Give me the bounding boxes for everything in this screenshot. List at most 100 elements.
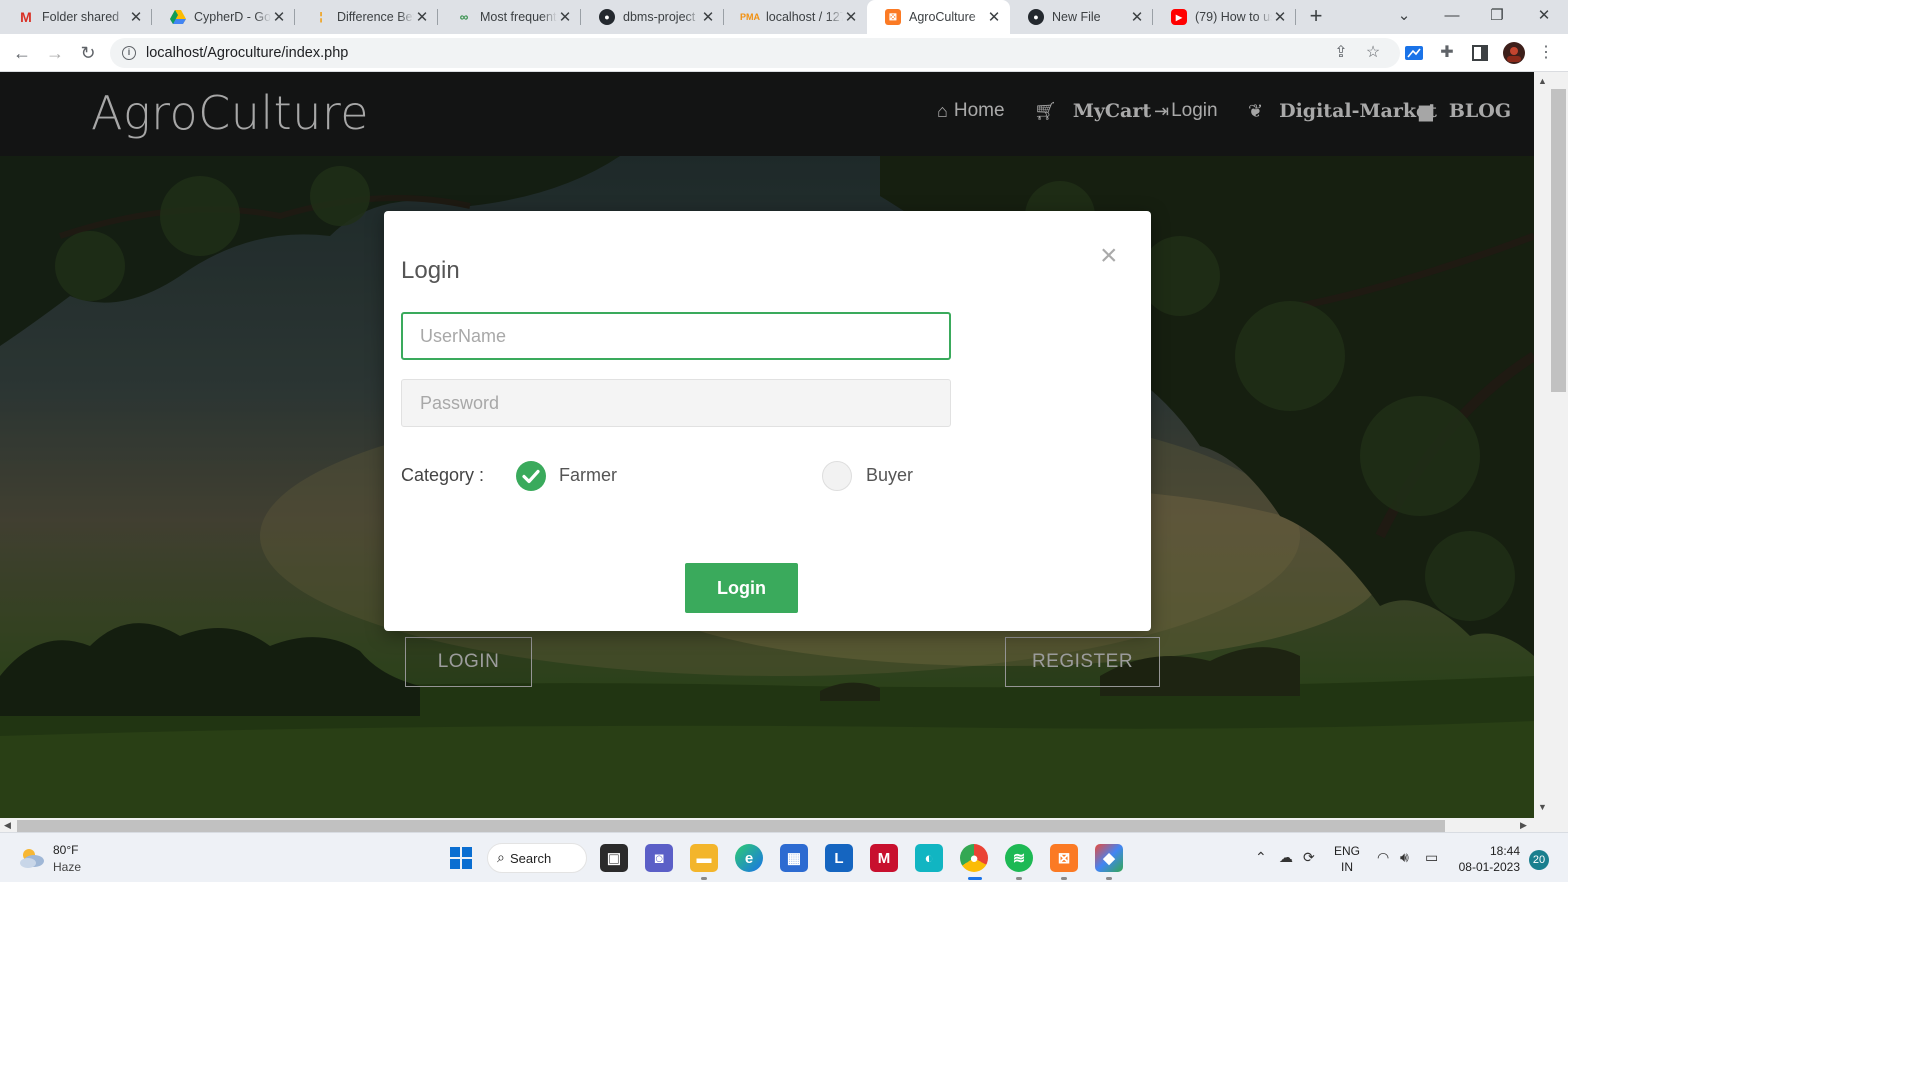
close-icon[interactable]: × <box>1100 241 1118 271</box>
modal-title: Login <box>401 257 460 284</box>
page-viewport: AgroCulture ⌂ Home 🛒︎ MyCart ⇥ Login ❦ D… <box>0 72 1534 818</box>
browser-menu-icon[interactable]: ⋮ <box>1535 42 1557 64</box>
extensions-puzzle-icon[interactable]: ✚ <box>1436 42 1458 64</box>
tab-label: AgroCulture <box>909 10 976 24</box>
tab-gmail[interactable]: M Folder shared ✕ <box>0 0 152 34</box>
minimize-button[interactable]: — <box>1432 0 1472 34</box>
site-info-icon[interactable]: i <box>122 46 136 60</box>
close-tab-icon[interactable]: ✕ <box>414 8 430 26</box>
scroll-left-arrow-icon[interactable]: ◀ <box>4 820 11 831</box>
tab-label: CypherD - Google <box>194 10 271 24</box>
tab-google-drive[interactable]: CypherD - Google ✕ <box>152 0 295 34</box>
share-icon[interactable]: ⇪ <box>1330 42 1352 64</box>
tab-phpmyadmin[interactable]: PMA localhost / 127 ✕ <box>724 0 867 34</box>
microsoft-store-icon[interactable]: ▦ <box>780 844 808 872</box>
tab-difference[interactable]: ¦ Difference Between ✕ <box>295 0 438 34</box>
mcafee-icon[interactable]: M <box>870 844 898 872</box>
edge-browser-icon[interactable]: e <box>735 844 763 872</box>
teal-app-icon[interactable]: ◐ <box>915 844 943 872</box>
tab-youtube[interactable]: ▶ (79) How to use ✕ <box>1153 0 1296 34</box>
youtube-icon: ▶ <box>1171 9 1187 25</box>
tray-chevron-up-icon[interactable]: ⌃ <box>1255 849 1267 866</box>
url-bar[interactable]: i localhost/Agroculture/index.php <box>110 38 1400 68</box>
clock-time: 18:44 <box>1489 844 1520 858</box>
close-tab-icon[interactable]: ✕ <box>700 8 716 26</box>
battery-icon[interactable]: ▭ <box>1425 849 1438 866</box>
gmail-icon: M <box>20 9 32 25</box>
taskbar-search-box[interactable]: ⌕ Search <box>487 843 587 873</box>
password-input[interactable]: Password <box>401 379 951 427</box>
address-toolbar: ← → ↻ i localhost/Agroculture/index.php … <box>0 34 1568 72</box>
tab-agroculture[interactable]: ⊠ AgroCulture ✕ <box>867 0 1010 34</box>
tab-github-dbms[interactable]: ● dbms-project ✕ <box>581 0 724 34</box>
forward-arrow-icon[interactable]: → <box>43 41 67 65</box>
onedrive-cloud-icon[interactable]: ☁ <box>1279 849 1293 866</box>
teams-chat-icon[interactable]: ◙ <box>645 844 673 872</box>
reload-icon[interactable]: ↻ <box>76 41 100 65</box>
close-tab-icon[interactable]: ✕ <box>843 8 859 26</box>
back-arrow-icon[interactable]: ← <box>10 41 34 65</box>
input-language[interactable]: ENG IN <box>1334 843 1360 875</box>
running-indicator <box>701 877 707 880</box>
clock-date: 08-01-2023 <box>1458 860 1520 874</box>
volume-icon[interactable]: 🔊︎ <box>1400 849 1409 866</box>
scroll-right-arrow-icon[interactable]: ▶ <box>1520 820 1527 831</box>
running-indicator <box>1016 877 1022 880</box>
close-tab-icon[interactable]: ✕ <box>986 8 1002 26</box>
tab-label: Most frequent <box>480 10 557 24</box>
bookmark-star-icon[interactable]: ☆ <box>1362 42 1384 64</box>
restore-button[interactable]: ❐ <box>1477 0 1517 34</box>
farmer-label[interactable]: Farmer <box>559 465 617 486</box>
system-clock[interactable]: 18:44 08-01-2023 <box>1458 843 1520 875</box>
scroll-down-arrow-icon[interactable]: ▼ <box>1538 802 1547 812</box>
geeksforgeeks-icon: ∞ <box>459 10 469 24</box>
tab-label: Difference Between <box>337 10 414 24</box>
close-tab-icon[interactable]: ✕ <box>1272 8 1288 26</box>
phpmyadmin-icon: PMA <box>740 12 760 22</box>
username-input[interactable]: UserName <box>401 312 951 360</box>
spotify-icon[interactable]: ≋ <box>1005 844 1033 872</box>
side-panel-icon[interactable] <box>1470 43 1490 63</box>
active-indicator <box>968 877 982 880</box>
close-window-button[interactable]: ✕ <box>1524 0 1564 34</box>
weather-description[interactable]: Haze <box>53 860 81 874</box>
sync-icon[interactable]: ⟳ <box>1303 849 1315 866</box>
xampp-taskbar-icon[interactable]: ⊠ <box>1050 844 1078 872</box>
close-tab-icon[interactable]: ✕ <box>557 8 573 26</box>
tab-label: New File <box>1052 10 1101 24</box>
close-tab-icon[interactable]: ✕ <box>1129 8 1145 26</box>
farmer-radio[interactable] <box>516 461 546 491</box>
windows-start-icon[interactable] <box>447 844 475 872</box>
close-tab-icon[interactable]: ✕ <box>128 8 144 26</box>
chrome-icon[interactable]: ● <box>960 844 988 872</box>
file-explorer-icon[interactable]: ▬ <box>690 844 718 872</box>
buyer-radio[interactable] <box>822 461 852 491</box>
category-label: Category : <box>401 465 485 485</box>
checkmark-icon <box>522 469 540 484</box>
horizontal-scrollbar-thumb[interactable] <box>17 820 1445 832</box>
tab-label: Folder shared <box>42 10 120 24</box>
extension-screen-icon[interactable] <box>1404 43 1424 63</box>
l-app-icon[interactable]: L <box>825 844 853 872</box>
tab-search-chevron-icon[interactable]: ⌄ <box>1384 0 1424 34</box>
tab-geeksforgeeks[interactable]: ∞ Most frequent ✕ <box>438 0 581 34</box>
windows-taskbar: 80°F Haze ⌕ Search ▣ ◙ ▬ e ▦ L M ◐ ● ≋ ⊠… <box>0 832 1568 882</box>
git-app-icon[interactable]: ◆ <box>1095 844 1123 872</box>
login-submit-button[interactable]: Login <box>685 563 798 613</box>
tab-github-newfile[interactable]: ● New File ✕ <box>1010 0 1153 34</box>
weather-temperature[interactable]: 80°F <box>53 843 78 857</box>
task-view-icon[interactable]: ▣ <box>600 844 628 872</box>
profile-avatar[interactable] <box>1503 42 1525 64</box>
vertical-scrollbar-thumb[interactable] <box>1551 89 1566 392</box>
running-indicator <box>1106 877 1112 880</box>
buyer-label[interactable]: Buyer <box>866 465 913 486</box>
scroll-up-arrow-icon[interactable]: ▲ <box>1538 76 1547 86</box>
new-tab-button[interactable]: + <box>1304 5 1328 29</box>
region-code: IN <box>1341 860 1353 874</box>
notification-badge[interactable]: 20 <box>1529 850 1549 870</box>
weather-haze-icon[interactable] <box>18 845 46 871</box>
wifi-icon[interactable]: ◠ <box>1377 849 1389 866</box>
browser-tab-strip: M Folder shared ✕ CypherD - Google ✕ ¦ D… <box>0 0 1568 34</box>
search-label: Search <box>510 850 552 866</box>
close-tab-icon[interactable]: ✕ <box>271 8 287 26</box>
